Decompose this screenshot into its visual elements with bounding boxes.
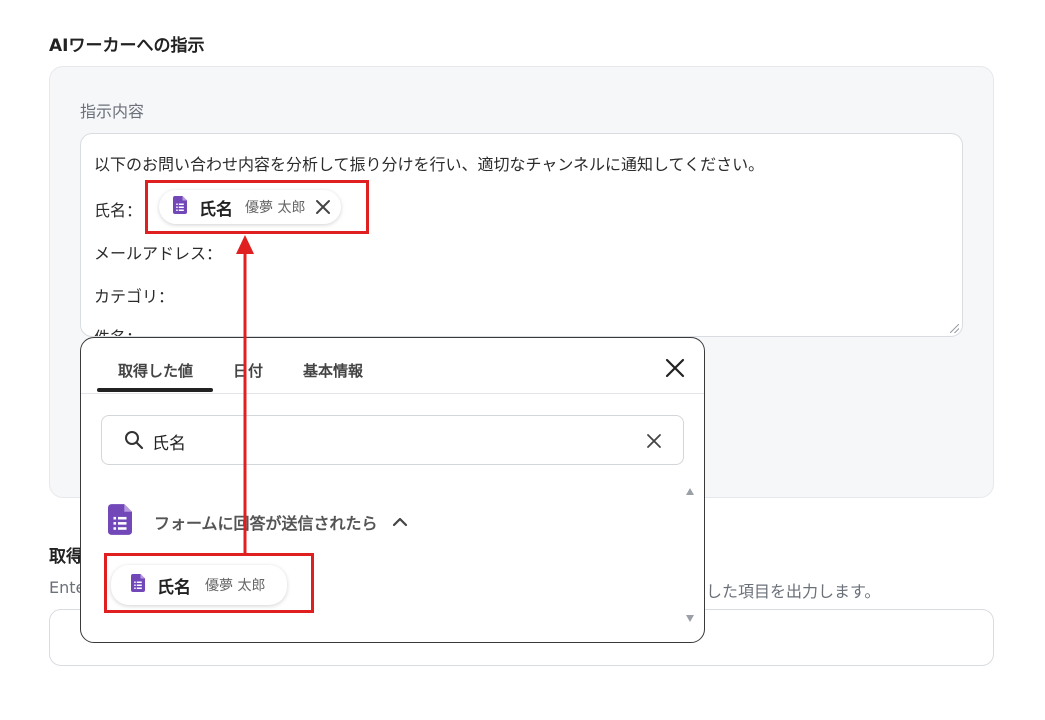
instruction-editor[interactable]: 以下のお問い合わせ内容を分析して振り分けを行い、適切なチャンネルに通知してくださ… xyxy=(80,133,963,337)
section-title: AIワーカーへの指示 xyxy=(49,36,205,56)
instruction-line-name: 氏名： xyxy=(94,201,143,220)
instruction-line: 以下のお問い合わせ内容を分析して振り分けを行い、適切なチャンネルに通知してくださ… xyxy=(94,155,765,174)
highlight-box-result-chip xyxy=(104,553,314,613)
chevron-up-icon[interactable] xyxy=(392,517,408,527)
search-input[interactable]: 氏名 xyxy=(152,429,186,454)
search-icon xyxy=(124,430,144,454)
output-section-title: 取得 xyxy=(49,547,83,567)
tab-basic-info[interactable]: 基本情報 xyxy=(303,360,363,381)
scroll-up-arrow[interactable] xyxy=(686,488,694,495)
clear-search-icon[interactable] xyxy=(646,433,662,453)
highlight-box-editor-chip xyxy=(145,180,369,234)
instruction-line-category: カテゴリ： xyxy=(94,287,175,306)
trigger-group-label: フォームに回答が送信されたら xyxy=(154,513,378,533)
scroll-down-arrow[interactable] xyxy=(686,615,694,622)
instruction-label: 指示内容 xyxy=(80,102,145,121)
resize-handle[interactable] xyxy=(950,324,959,333)
output-description-end: した項目を出力します。 xyxy=(706,582,881,601)
close-icon[interactable] xyxy=(665,358,685,382)
tab-bar: 取得した値 日付 基本情報 xyxy=(81,338,704,394)
tab-date[interactable]: 日付 xyxy=(233,360,263,381)
active-tab-indicator xyxy=(97,388,213,392)
tab-retrieved-values[interactable]: 取得した値 xyxy=(118,360,193,381)
google-forms-icon xyxy=(108,504,132,539)
trigger-group-header[interactable]: フォームに回答が送信されたら xyxy=(108,504,408,539)
instruction-line-subject: 件名： xyxy=(94,324,142,336)
search-field[interactable]: 氏名 xyxy=(101,415,684,465)
instruction-line-email: メールアドレス： xyxy=(94,244,223,263)
